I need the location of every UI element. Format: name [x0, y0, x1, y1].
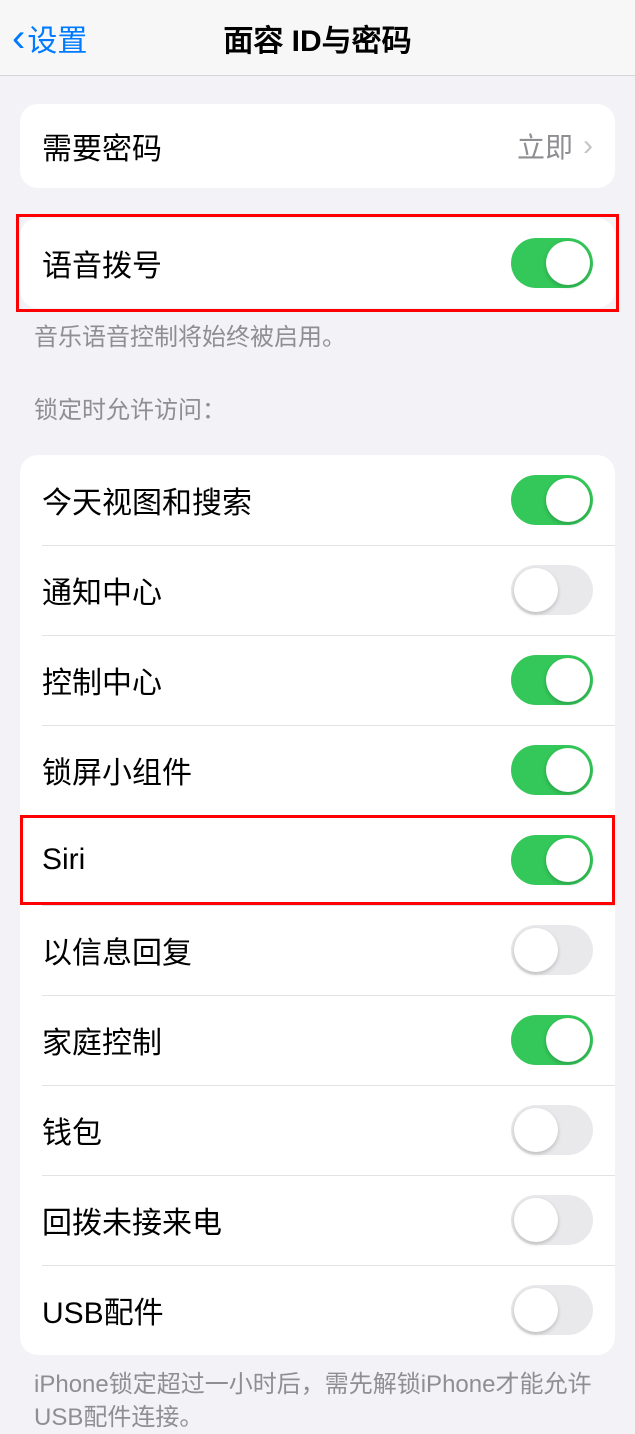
lock-item-toggle[interactable]	[511, 475, 593, 525]
lock-item-label: 锁屏小组件	[42, 748, 192, 792]
page-title: 面容 ID与密码	[0, 16, 635, 60]
row-lock-item: 家庭控制	[20, 995, 615, 1085]
require-passcode-value: 立即	[517, 126, 573, 166]
group-require-passcode: 需要密码 立即 ›	[20, 104, 615, 188]
row-lock-item: 控制中心	[20, 635, 615, 725]
voice-dial-label: 语音拨号	[42, 241, 162, 285]
lock-item-label: 钱包	[42, 1108, 102, 1152]
lock-item-label: 以信息回复	[42, 928, 192, 972]
row-right: 立即 ›	[517, 126, 593, 166]
navbar: ‹ 设置 面容 ID与密码	[0, 0, 635, 76]
lock-item-label: Siri	[42, 843, 85, 877]
row-voice-dial: 语音拨号	[20, 218, 615, 308]
content: 需要密码 立即 › 语音拨号 音乐语音控制将始终被启用。 锁定时允许访问： 今天…	[0, 104, 635, 1434]
chevron-left-icon: ‹	[12, 18, 25, 58]
row-lock-item: 锁屏小组件	[20, 725, 615, 815]
lock-item-toggle[interactable]	[511, 1105, 593, 1155]
lock-item-label: USB配件	[42, 1288, 164, 1332]
row-lock-item: 今天视图和搜索	[20, 455, 615, 545]
lock-item-toggle[interactable]	[511, 1285, 593, 1335]
lock-item-toggle[interactable]	[511, 655, 593, 705]
row-require-passcode[interactable]: 需要密码 立即 ›	[20, 104, 615, 188]
lock-item-label: 控制中心	[42, 658, 162, 702]
require-passcode-label: 需要密码	[42, 124, 162, 168]
lock-item-toggle[interactable]	[511, 745, 593, 795]
lock-item-toggle[interactable]	[511, 565, 593, 615]
row-lock-item: 回拨未接来电	[20, 1175, 615, 1265]
lock-item-toggle[interactable]	[511, 835, 593, 885]
voice-dial-toggle[interactable]	[511, 238, 593, 288]
usb-footer: iPhone锁定超过一小时后，需先解锁iPhone才能允许USB配件连接。	[34, 1369, 601, 1434]
row-lock-item: 以信息回复	[20, 905, 615, 995]
section-header-lock-access: 锁定时允许访问：	[34, 390, 601, 425]
chevron-right-icon: ›	[583, 129, 593, 163]
row-lock-item: Siri	[20, 815, 615, 905]
lock-item-toggle[interactable]	[511, 925, 593, 975]
lock-item-toggle[interactable]	[511, 1195, 593, 1245]
lock-item-toggle[interactable]	[511, 1015, 593, 1065]
back-button[interactable]: ‹ 设置	[0, 16, 87, 60]
voice-dial-footer: 音乐语音控制将始终被启用。	[34, 322, 601, 354]
lock-item-label: 家庭控制	[42, 1018, 162, 1062]
row-lock-item: 钱包	[20, 1085, 615, 1175]
group-lock-access: 今天视图和搜索通知中心控制中心锁屏小组件 Siri 以信息回复家庭控制钱包回拨未接来…	[20, 455, 615, 1355]
row-lock-item: USB配件	[20, 1265, 615, 1355]
lock-item-label: 回拨未接来电	[42, 1198, 222, 1242]
lock-item-label: 今天视图和搜索	[42, 478, 252, 522]
group-voice-dial: 语音拨号	[20, 218, 615, 308]
row-lock-item: 通知中心	[20, 545, 615, 635]
back-label: 设置	[27, 16, 87, 60]
lock-item-label: 通知中心	[42, 568, 162, 612]
